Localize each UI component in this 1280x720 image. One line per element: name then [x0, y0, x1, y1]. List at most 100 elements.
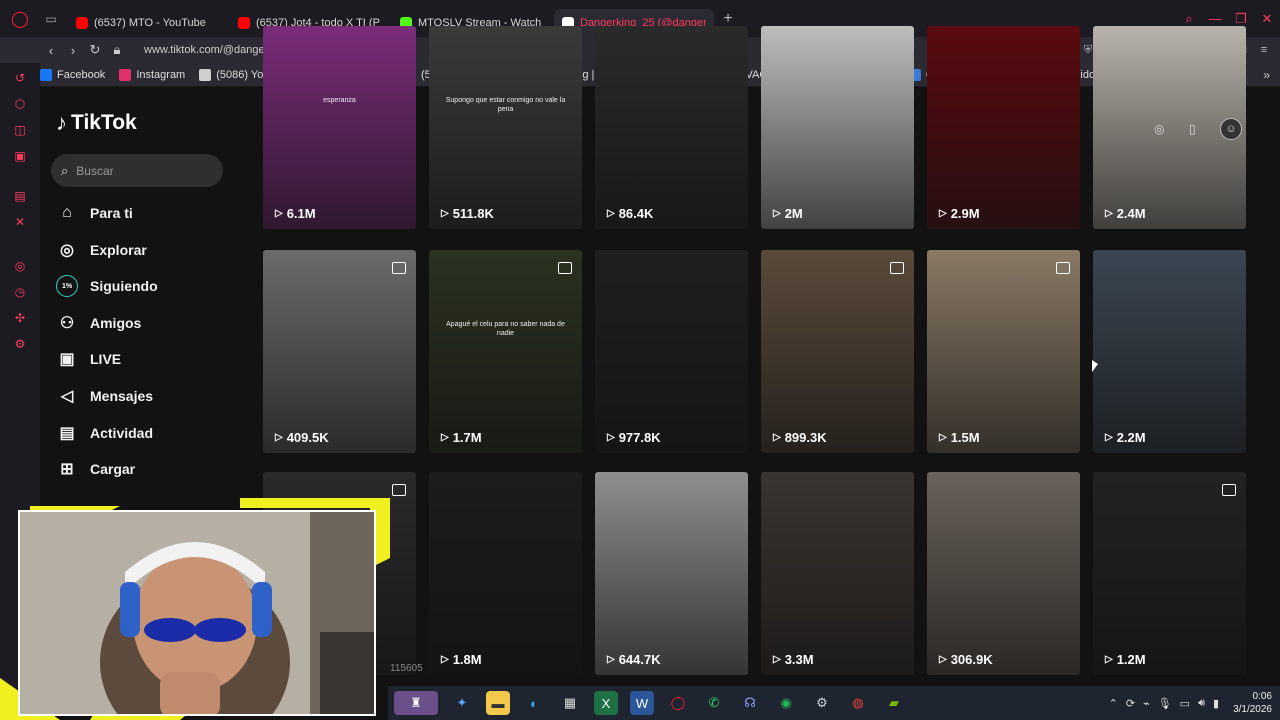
video-card[interactable]: ▷ 1.2M: [1093, 472, 1246, 675]
store-icon[interactable]: ▦: [558, 691, 582, 715]
play-icon: ▷: [1105, 208, 1113, 219]
video-card[interactable]: ▷ 86.4K: [595, 26, 748, 229]
video-card[interactable]: Supongo que estar conmigo no vale la pen…: [429, 26, 582, 229]
webcam-person: [20, 512, 374, 714]
compass-icon: ◎: [60, 241, 74, 259]
video-card[interactable]: ▷ 2.2M: [1093, 250, 1246, 453]
steam-icon[interactable]: ⚙: [810, 691, 834, 715]
more-bookmarks-icon[interactable]: »: [1263, 68, 1270, 82]
live-icon: ▣: [59, 351, 75, 369]
play-icon: ▷: [275, 432, 283, 443]
settings-icon[interactable]: ⚙: [12, 337, 28, 353]
copilot-icon[interactable]: ✦: [450, 691, 474, 715]
video-card[interactable]: esperanza ▷ 6.1M: [263, 26, 416, 229]
play-icon: ▷: [607, 654, 615, 665]
messenger-icon[interactable]: ▣: [12, 149, 28, 165]
view-count: ▷ 1.7M: [441, 430, 482, 445]
app-game-icon[interactable]: ♜: [394, 691, 438, 715]
bookmark-label: Instagram: [136, 68, 186, 81]
view-count-text: 1.5M: [950, 430, 980, 445]
view-count-text: 2.9M: [950, 206, 980, 221]
opera-icon[interactable]: ◯: [666, 691, 690, 715]
browser-tab[interactable]: (6537) MTO - YouTube: [68, 9, 228, 37]
search-input[interactable]: [76, 163, 197, 178]
instagram-icon[interactable]: ◫: [12, 123, 28, 139]
minimize-button[interactable]: —: [1202, 11, 1228, 26]
video-card[interactable]: ▷ 409.5K: [263, 250, 416, 453]
video-card[interactable]: ▷ 2.9M: [927, 26, 1080, 229]
video-grid: esperanza ▷ 6.1M Supongo que estar conmigo …: [263, 26, 1253, 688]
battery-icon[interactable]: ▮: [1213, 697, 1219, 710]
view-count: ▷ 3.3M: [773, 652, 814, 667]
file-explorer-icon[interactable]: ▬: [486, 691, 510, 715]
extensions-icon[interactable]: ⬡: [12, 97, 28, 113]
view-count: ▷ 86.4K: [607, 206, 653, 221]
phone-icon[interactable]: ▯: [1189, 122, 1196, 136]
nav-item-siguiendo[interactable]: 1% Siguiendo: [56, 273, 158, 299]
video-card[interactable]: ▷ 3.3M: [761, 472, 914, 675]
play-icon: ▷: [441, 654, 449, 665]
x-icon[interactable]: ✕: [12, 215, 28, 231]
chrome-icon[interactable]: ◍: [846, 691, 870, 715]
nav-item-live[interactable]: ▣ LIVE: [56, 346, 121, 372]
search-box[interactable]: ⌕: [51, 154, 223, 187]
close-button[interactable]: ✕: [1254, 11, 1280, 27]
view-count: ▷ 1.2M: [1105, 652, 1146, 667]
video-card[interactable]: ▷ 1.8M: [429, 472, 582, 675]
nav-item-para-ti[interactable]: ⌂ Para ti: [56, 200, 133, 226]
bookmark-item[interactable]: Instagram: [119, 68, 186, 81]
edge-icon[interactable]: ◐: [522, 691, 546, 715]
nav-item-label: Actividad: [90, 424, 154, 441]
tab-menu-icon[interactable]: ▭: [40, 8, 62, 30]
player-icon[interactable]: ◎: [12, 259, 28, 275]
puzzle-icon[interactable]: ✣: [12, 311, 28, 327]
maximize-button[interactable]: ❐: [1228, 11, 1254, 27]
video-card[interactable]: Apagué el celu para no saber nada de nad…: [429, 250, 582, 453]
multi-image-icon: [558, 262, 572, 274]
excel-icon[interactable]: X: [594, 691, 618, 715]
clock[interactable]: 0:06 3/1/2026: [1233, 690, 1272, 716]
following-icon: 1%: [56, 275, 78, 298]
view-count-text: 644.7K: [618, 652, 661, 667]
multi-image-icon: [1222, 484, 1236, 496]
volume-icon[interactable]: 🔊︎: [1198, 697, 1205, 710]
video-card[interactable]: ▷ 2M: [761, 26, 914, 229]
chevron-up-icon[interactable]: ⌃: [1109, 697, 1118, 710]
video-card[interactable]: ▷ 977.8K: [595, 250, 748, 453]
menu-icon[interactable]: ≡: [1256, 44, 1272, 56]
display-icon[interactable]: ▭: [1180, 697, 1190, 710]
mic-icon[interactable]: 🎙︎: [1158, 697, 1172, 710]
video-caption: Apagué el celu para no saber nada de nad…: [446, 321, 565, 337]
compass-icon[interactable]: ◎: [1154, 122, 1164, 136]
nav-item-actividad[interactable]: ▤ Actividad: [56, 420, 153, 446]
reload-button[interactable]: ↻: [84, 42, 106, 58]
back-button[interactable]: ‹: [40, 43, 62, 58]
network-icon[interactable]: ⌁: [1143, 697, 1150, 710]
avatar[interactable]: ☺: [1220, 118, 1242, 140]
twitch-icon[interactable]: ▤: [12, 189, 28, 205]
discord-icon[interactable]: ☊: [738, 691, 762, 715]
video-card[interactable]: ▷ 899.3K: [761, 250, 914, 453]
taskbar: ♜ ✦ ▬ ◐ ▦ X W ◯ ✆ ☊ ◉ ⚙ ◍ ▰ ⌃ ⟳ ⌁ 🎙︎ ▭ 🔊…: [388, 686, 1280, 720]
history-icon[interactable]: ↺: [12, 71, 28, 87]
search-icon[interactable]: ⌕: [1176, 11, 1202, 27]
clock-icon[interactable]: ◷: [12, 285, 28, 301]
nav-item-amigos[interactable]: ⚇ Amigos: [56, 310, 142, 336]
nav-item-label: Amigos: [90, 314, 142, 331]
nav-item-mensajes[interactable]: ◁ Mensajes: [56, 383, 153, 409]
nav-item-cargar[interactable]: ⊞ Cargar: [56, 456, 135, 482]
nvidia-icon[interactable]: ▰: [882, 691, 906, 715]
view-count-text: 1.8M: [452, 652, 482, 667]
sync-icon[interactable]: ⟳: [1126, 697, 1135, 710]
spotify-icon[interactable]: ◉: [774, 691, 798, 715]
word-icon[interactable]: W: [630, 691, 654, 715]
bookmark-item[interactable]: Facebook: [40, 68, 105, 81]
forward-button[interactable]: ›: [62, 43, 84, 58]
tiktok-logo[interactable]: ♪ TikTok: [56, 110, 137, 136]
video-card[interactable]: ▷ 1.5M: [927, 250, 1080, 453]
video-card[interactable]: ▷ 306.9K: [927, 472, 1080, 675]
opera-logo-icon[interactable]: ◯: [0, 0, 40, 37]
whatsapp-icon[interactable]: ✆: [702, 691, 726, 715]
nav-item-explorar[interactable]: ◎ Explorar: [56, 237, 147, 263]
video-card[interactable]: ▷ 644.7K: [595, 472, 748, 675]
